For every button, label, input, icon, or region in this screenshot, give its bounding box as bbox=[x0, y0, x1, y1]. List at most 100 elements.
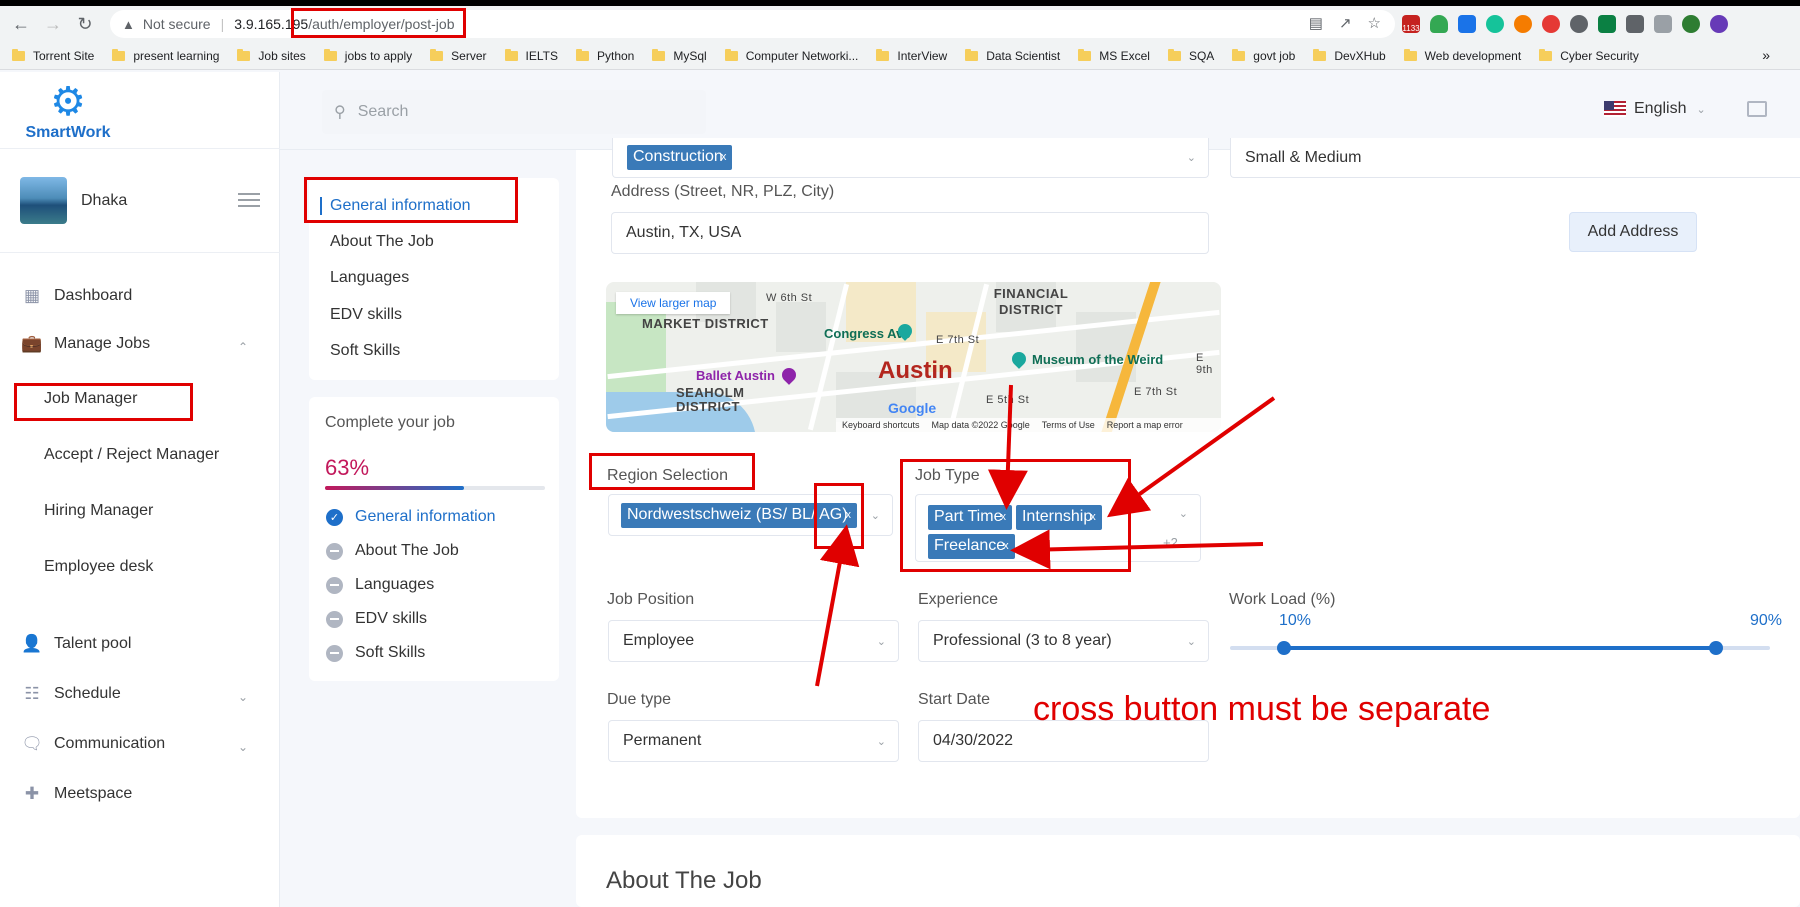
due-type-value: Permanent bbox=[623, 732, 702, 749]
map-shortcuts-link[interactable]: Keyboard shortcuts bbox=[842, 420, 920, 430]
bookmark-item[interactable]: Data Scientist bbox=[965, 48, 1060, 63]
job-position-select[interactable]: Employee ⌄ bbox=[608, 620, 899, 662]
completion-progress-bar bbox=[325, 486, 545, 490]
map-city-label: Austin bbox=[878, 357, 953, 384]
orange-extension-icon[interactable] bbox=[1514, 15, 1532, 33]
map-report-link[interactable]: Report a map error bbox=[1107, 420, 1183, 430]
view-larger-map-link[interactable]: View larger map bbox=[616, 292, 731, 314]
checklist-label: Languages bbox=[355, 576, 435, 593]
chevron-down-icon[interactable]: ⌄ bbox=[238, 690, 248, 704]
workload-max-handle[interactable] bbox=[1709, 641, 1723, 655]
chevron-down-icon[interactable]: ⌄ bbox=[238, 740, 248, 754]
bookmark-item[interactable]: IELTS bbox=[504, 48, 558, 63]
sidebar-item-employee-desk[interactable]: Employee desk bbox=[44, 558, 153, 576]
address-input[interactable]: Austin, TX, USA bbox=[611, 212, 1209, 254]
map-street-label: E 7th St bbox=[936, 334, 980, 346]
mouse-extension-icon[interactable] bbox=[1570, 15, 1588, 33]
drop-extension-icon[interactable] bbox=[1458, 15, 1476, 33]
due-type-select[interactable]: Permanent ⌄ bbox=[608, 720, 899, 762]
gear-extension-icon[interactable] bbox=[1710, 15, 1728, 33]
bookmark-item[interactable]: InterView bbox=[876, 48, 947, 63]
bookmark-item[interactable]: present learning bbox=[112, 48, 219, 63]
bookmark-item[interactable]: SQA bbox=[1167, 48, 1214, 63]
address-value: Austin, TX, USA bbox=[626, 224, 742, 241]
subnav-languages[interactable]: Languages bbox=[330, 269, 409, 287]
image-extension-icon[interactable] bbox=[1654, 15, 1672, 33]
experience-value: Professional (3 to 8 year) bbox=[933, 632, 1112, 649]
bookmark-item[interactable]: MySql bbox=[652, 48, 707, 63]
industry-select[interactable]: Construction x ⌄ bbox=[612, 138, 1209, 178]
subnav-soft-skills[interactable]: Soft Skills bbox=[330, 342, 400, 360]
folder-icon bbox=[237, 48, 251, 61]
sidebar-item-label: Dashboard bbox=[54, 287, 133, 304]
bookmark-item[interactable]: govt job bbox=[1232, 48, 1295, 63]
bookmark-item[interactable]: jobs to apply bbox=[323, 48, 412, 63]
red-extension-icon[interactable] bbox=[1542, 15, 1560, 33]
bookmark-item[interactable]: Web development bbox=[1403, 48, 1521, 63]
forward-arrow-icon[interactable]: → bbox=[42, 13, 64, 35]
folder-icon bbox=[575, 48, 589, 61]
sidebar-item-manage-jobs[interactable]: 💼 Manage Jobs bbox=[21, 334, 150, 354]
code-extension-icon[interactable] bbox=[1598, 15, 1616, 33]
tab-search-icon[interactable]: ▤ bbox=[1309, 14, 1323, 32]
subnav-about-the-job[interactable]: About The Job bbox=[330, 233, 434, 251]
bookmark-item[interactable]: Server bbox=[430, 48, 487, 63]
sidebar-item-communication[interactable]: 🗨 Communication bbox=[21, 734, 165, 754]
share-icon[interactable]: ↗ bbox=[1339, 14, 1352, 32]
back-arrow-icon[interactable]: ← bbox=[10, 13, 32, 35]
more-bookmarks-icon[interactable]: » bbox=[1762, 47, 1770, 63]
sidebar-item-meetspace[interactable]: ✚ Meetspace bbox=[22, 784, 132, 804]
workload-min-handle[interactable] bbox=[1277, 641, 1291, 655]
bookmark-star-icon[interactable]: ☆ bbox=[1368, 14, 1381, 32]
grammarly-icon[interactable] bbox=[1486, 15, 1504, 33]
globe-extension-icon[interactable] bbox=[1682, 15, 1700, 33]
sidebar-item-dashboard[interactable]: ▦ Dashboard bbox=[22, 286, 132, 306]
subnav-edv-skills[interactable]: EDV skills bbox=[330, 306, 402, 324]
folder-icon bbox=[323, 48, 337, 61]
search-input[interactable]: ⚲ Search bbox=[322, 90, 706, 134]
completion-panel bbox=[309, 397, 559, 681]
tag-remove-icon[interactable]: x bbox=[721, 151, 727, 163]
workload-slider[interactable] bbox=[1230, 641, 1770, 655]
folder-icon bbox=[430, 48, 444, 61]
language-selector[interactable]: English ⌄ bbox=[1604, 100, 1706, 118]
bookmark-item[interactable]: MS Excel bbox=[1078, 48, 1150, 63]
sidebar-item-schedule[interactable]: ☷ Schedule bbox=[22, 684, 120, 704]
job-type-more-count: +2 bbox=[1163, 535, 1178, 550]
sidebar-item-hiring-manager[interactable]: Hiring Manager bbox=[44, 502, 153, 520]
add-address-button[interactable]: Add Address bbox=[1569, 212, 1697, 252]
map-pin-icon bbox=[1009, 349, 1029, 369]
location-map[interactable]: View larger map MARKET DISTRICT FINANCIA… bbox=[606, 282, 1221, 432]
chevron-down-icon: ⌄ bbox=[1696, 103, 1706, 116]
sidebar-item-talent-pool[interactable]: 👤 Talent pool bbox=[21, 634, 131, 654]
reload-icon[interactable]: ↻ bbox=[74, 13, 96, 35]
bookmark-item[interactable]: Torrent Site bbox=[12, 48, 94, 63]
experience-select[interactable]: Professional (3 to 8 year) ⌄ bbox=[918, 620, 1209, 662]
company-size-field[interactable]: Small & Medium bbox=[1230, 138, 1800, 178]
messages-icon[interactable] bbox=[1747, 101, 1767, 117]
sidebar-divider bbox=[0, 252, 280, 253]
menu-toggle-icon[interactable] bbox=[238, 193, 260, 207]
chevron-down-icon: ⌄ bbox=[870, 509, 880, 522]
bookmark-item[interactable]: Job sites bbox=[237, 48, 306, 63]
folder-icon bbox=[1232, 48, 1246, 61]
shield-extension-icon[interactable] bbox=[1430, 15, 1448, 33]
map-terms-link[interactable]: Terms of Use bbox=[1042, 420, 1095, 430]
bookmark-item[interactable]: Computer Networki... bbox=[724, 48, 858, 63]
bookmark-item[interactable]: DevXHub bbox=[1313, 48, 1386, 63]
search-icon: ⚲ bbox=[334, 104, 346, 121]
bookmark-item[interactable]: Cyber Security bbox=[1539, 48, 1639, 63]
dashboard-icon: ▦ bbox=[23, 286, 41, 305]
chevron-down-icon: ⌄ bbox=[876, 635, 886, 648]
app-logo[interactable]: ⚙ SmartWork bbox=[18, 80, 118, 146]
extensions-area: 1133 bbox=[1402, 15, 1728, 33]
map-poi-label: Museum of the Weird bbox=[1032, 352, 1164, 367]
chevron-down-icon: ⌄ bbox=[1178, 508, 1188, 520]
user-profile[interactable]: Dhaka bbox=[20, 177, 127, 224]
sidebar-item-label: Meetspace bbox=[54, 785, 133, 802]
chevron-up-icon[interactable]: ⌃ bbox=[238, 340, 248, 354]
sidebar-item-accept-reject[interactable]: Accept / Reject Manager bbox=[44, 446, 219, 464]
gmail-extension-icon[interactable]: 1133 bbox=[1402, 15, 1420, 33]
bookmark-item[interactable]: Python bbox=[575, 48, 634, 63]
screenshot-extension-icon[interactable] bbox=[1626, 15, 1644, 33]
